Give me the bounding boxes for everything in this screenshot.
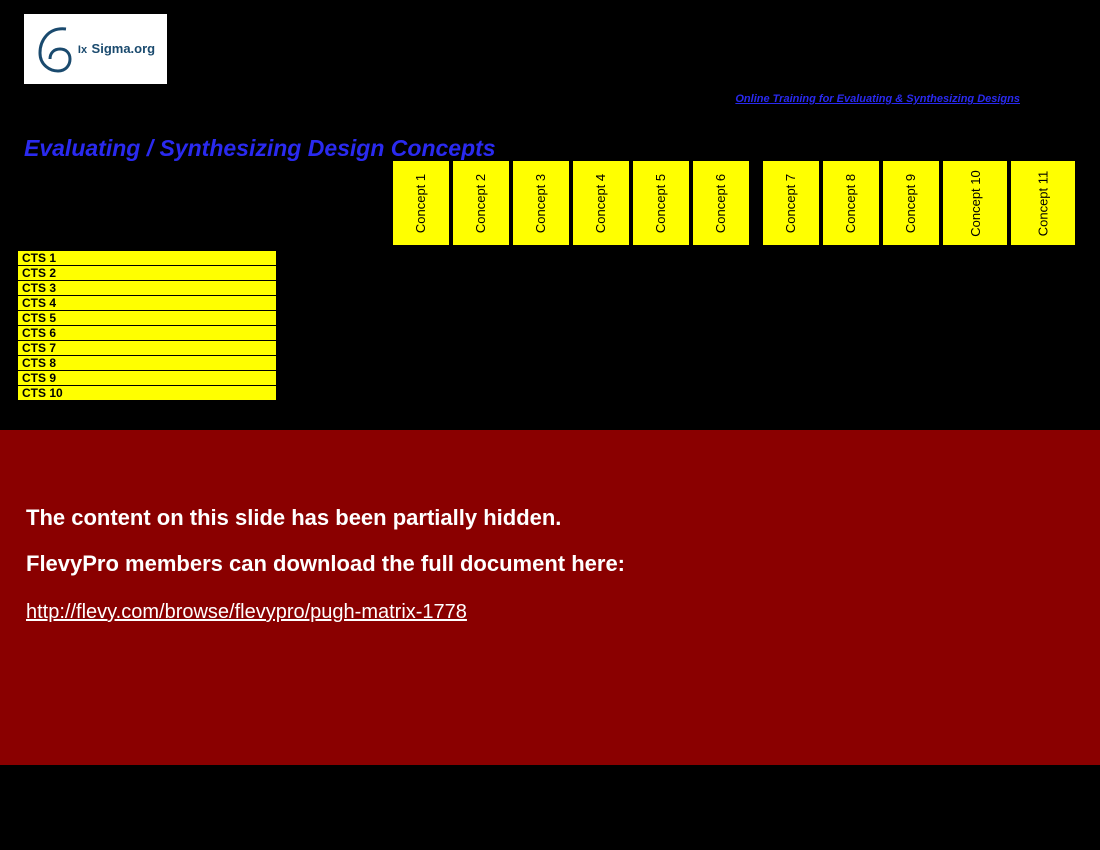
cts-row: CTS 8 (17, 356, 277, 371)
cts-row: CTS 5 (17, 311, 277, 326)
logo-brand: Sigma.org (92, 41, 156, 56)
logo-ix: Ix (78, 44, 87, 56)
cts-row: CTS 7 (17, 341, 277, 356)
concept-header: Concept 8 (822, 160, 880, 246)
logo: Ix Sigma.org (24, 14, 167, 84)
concept-header: Concept 11 (1010, 160, 1076, 246)
concept-header-row: Concept 1 Concept 2 Concept 3 Concept 4 … (392, 160, 1076, 246)
cts-row: CTS 3 (17, 281, 277, 296)
cts-row: CTS 2 (17, 266, 277, 281)
concept-header: Concept 6 (692, 160, 750, 246)
overlay-line-1: The content on this slide has been parti… (26, 505, 1100, 531)
concept-header: Concept 4 (572, 160, 630, 246)
cts-row: CTS 9 (17, 371, 277, 386)
concept-header: Concept 9 (882, 160, 940, 246)
concept-header: Concept 5 (632, 160, 690, 246)
concept-header: Concept 7 (762, 160, 820, 246)
overlay-line-2: FlevyPro members can download the full d… (26, 551, 1100, 577)
cts-row: CTS 6 (17, 326, 277, 341)
cts-row: CTS 10 (17, 386, 277, 401)
slide: Ix Sigma.org Online Training for Evaluat… (0, 0, 1100, 850)
hidden-content-overlay: The content on this slide has been parti… (0, 430, 1100, 765)
concept-header: Concept 1 (392, 160, 450, 246)
six-sigma-icon (36, 25, 74, 73)
full-document-link[interactable]: http://flevy.com/browse/flevypro/pugh-ma… (26, 601, 467, 623)
training-link[interactable]: Online Training for Evaluating & Synthes… (735, 93, 1020, 105)
cts-column: CTS 1 CTS 2 CTS 3 CTS 4 CTS 5 CTS 6 CTS … (17, 250, 277, 401)
concept-header: Concept 2 (452, 160, 510, 246)
concept-header: Concept 10 (942, 160, 1008, 246)
page-title: Evaluating / Synthesizing Design Concept… (24, 135, 496, 162)
concept-header: Concept 3 (512, 160, 570, 246)
cts-row: CTS 4 (17, 296, 277, 311)
cts-row: CTS 1 (17, 251, 277, 266)
